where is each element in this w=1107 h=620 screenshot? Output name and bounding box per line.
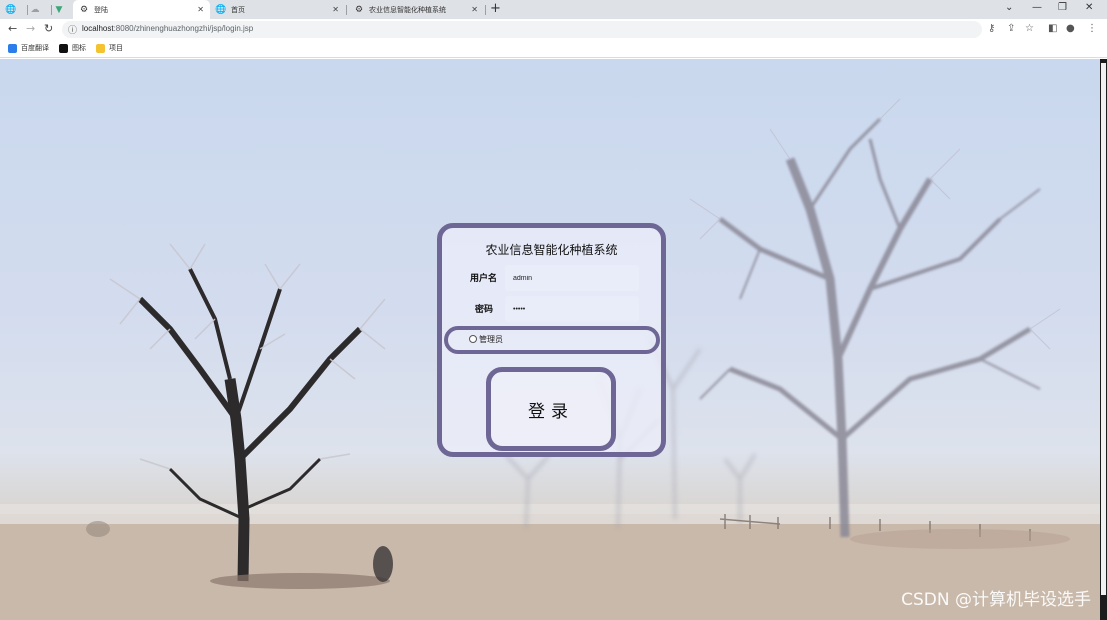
restore-button[interactable]: ❐ — [1058, 2, 1067, 13]
profile-icon[interactable]: ● — [1066, 23, 1075, 34]
password-input[interactable] — [505, 296, 639, 322]
system-title: 农业信息智能化种植系统 — [485, 243, 618, 257]
login-page: 农业信息智能化种植系统 用户名 密码 管理员 登录 CSDN @计算机毕设选手 — [0, 59, 1107, 620]
globe-icon: 🌐 — [5, 4, 17, 15]
tab-label: 首页 — [231, 5, 245, 14]
login-panel: 农业信息智能化种植系统 用户名 密码 管理员 登录 — [437, 223, 666, 457]
bookmark-project[interactable]: 项目 — [96, 43, 123, 53]
folder-icon — [96, 43, 105, 53]
scrollbar-thumb[interactable] — [1101, 63, 1106, 595]
tab-system[interactable]: ⚙ 农业信息智能化种植系统 ✕ — [350, 0, 484, 19]
back-button[interactable]: ← — [8, 22, 17, 35]
site-info-icon[interactable]: ⓘ — [68, 23, 77, 36]
new-tab-button[interactable]: + — [490, 1, 501, 16]
tab-search-icon[interactable]: ⌄ — [1005, 2, 1013, 13]
url-path: :8080/zhinenghuazhongzhi/jsp/login.jsp — [113, 24, 254, 33]
reload-button[interactable]: ↻ — [44, 22, 53, 35]
settings-icon: ⚙ — [79, 4, 89, 15]
url-host: localhost — [82, 24, 114, 33]
vue-icon: ▼ — [55, 4, 63, 15]
minimize-button[interactable]: — — [1032, 2, 1042, 13]
tab-strip: 🌐 ☁ ▼ ⚙ 登陆 ✕ 🌐 首页 ✕ ⚙ 农业信息智能化种植系统 ✕ + ⌄ … — [0, 0, 1107, 19]
close-tab-icon[interactable]: ✕ — [332, 5, 339, 14]
cloud-icon: ☁ — [30, 4, 40, 15]
side-panel-icon[interactable]: ◧ — [1048, 23, 1057, 34]
password-label: 密码 — [475, 305, 494, 315]
scrollbar[interactable] — [1100, 59, 1107, 620]
close-tab-icon[interactable]: ✕ — [471, 5, 478, 14]
toolbar: ← → ↻ ⓘ localhost:8080/zhinenghuazhongzh… — [0, 19, 1107, 40]
bookmark-icon — [59, 43, 68, 53]
login-button[interactable]: 登录 — [486, 367, 616, 451]
globe-icon: 🌐 — [215, 4, 227, 15]
role-selector: 管理员 — [444, 326, 660, 354]
star-icon[interactable]: ☆ — [1025, 23, 1034, 34]
tab-label: 登陆 — [94, 5, 108, 14]
tab-pinned-1[interactable]: 🌐 — [5, 0, 26, 19]
close-window-button[interactable]: ✕ — [1085, 2, 1093, 13]
address-bar[interactable]: ⓘ localhost:8080/zhinenghuazhongzhi/jsp/… — [62, 21, 982, 38]
tab-login[interactable]: ⚙ 登陆 ✕ — [73, 0, 210, 19]
bookmark-icons[interactable]: 图标 — [59, 43, 86, 53]
username-label: 用户名 — [470, 274, 498, 284]
translate-icon — [8, 43, 17, 53]
close-tab-icon[interactable]: ✕ — [197, 5, 204, 14]
admin-role-label[interactable]: 管理员 — [479, 334, 503, 345]
watermark: CSDN @计算机毕设选手 — [901, 590, 1091, 610]
menu-icon[interactable]: ⋮ — [1087, 23, 1097, 34]
settings-icon: ⚙ — [354, 4, 364, 15]
tab-pinned-3[interactable]: ▼ — [54, 0, 74, 19]
username-input[interactable] — [505, 265, 639, 291]
tab-pinned-2[interactable]: ☁ — [30, 0, 50, 19]
bookmark-baidu-translate[interactable]: 百度翻译 — [8, 43, 49, 53]
key-icon[interactable]: ⚷ — [988, 23, 995, 34]
tab-label: 农业信息智能化种植系统 — [369, 5, 446, 14]
forward-button[interactable]: → — [26, 22, 35, 35]
tab-home[interactable]: 🌐 首页 ✕ — [212, 0, 345, 19]
share-icon[interactable]: ⇪ — [1007, 23, 1015, 34]
bookmarks-bar: 百度翻译 图标 项目 — [0, 40, 1107, 58]
admin-role-radio[interactable] — [469, 335, 477, 343]
